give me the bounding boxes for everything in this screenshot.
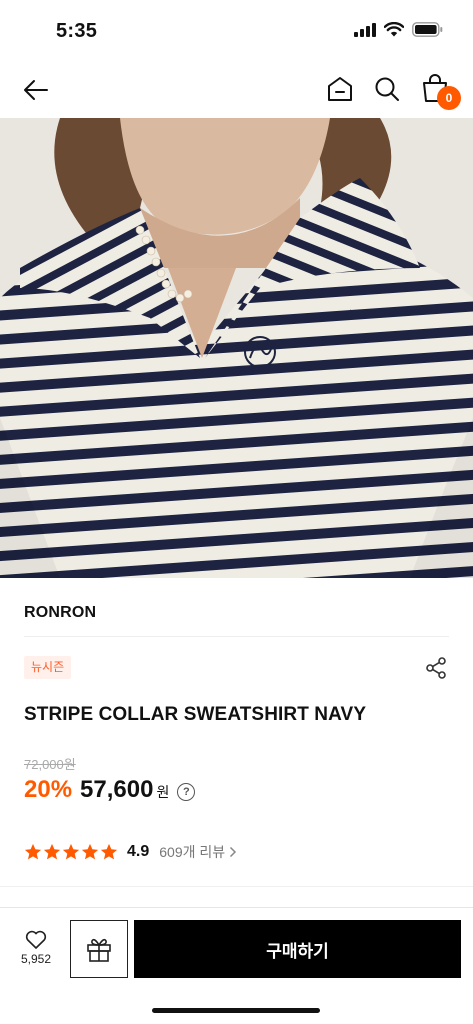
status-time: 5:35 <box>56 20 98 42</box>
striped-sweatshirt-image <box>0 118 473 578</box>
battery-icon <box>412 22 443 37</box>
star-icon <box>81 843 99 860</box>
star-icon <box>43 843 61 860</box>
cart-count-badge: 0 <box>437 86 461 110</box>
chevron-right-icon <box>230 846 237 858</box>
price-row: 20% 57,600 원 ? <box>24 776 196 804</box>
home-indicator <box>152 1008 320 1013</box>
new-season-badge: 뉴시즌 <box>24 656 72 679</box>
divider <box>0 886 473 887</box>
nav-bar: 0 <box>0 62 473 118</box>
discount-rate: 20% <box>24 776 73 803</box>
search-icon <box>375 77 399 101</box>
heart-icon <box>25 930 47 949</box>
brand-name[interactable]: RONRON <box>24 604 96 622</box>
product-title: STRIPE COLLAR SWEATSHIRT NAVY <box>24 704 367 725</box>
back-button[interactable] <box>20 74 52 106</box>
gift-icon <box>87 938 111 962</box>
star-icon <box>62 843 80 860</box>
review-count-link[interactable]: 609개 리뷰 <box>159 842 237 862</box>
cart-button[interactable]: 0 <box>417 70 461 110</box>
product-image[interactable] <box>0 118 473 578</box>
like-count: 5,952 <box>20 952 52 966</box>
rating-stars <box>24 843 118 861</box>
rating-row[interactable]: 4.9 609개 리뷰 <box>24 840 237 864</box>
share-icon <box>426 657 446 679</box>
home-button[interactable] <box>323 72 357 106</box>
bottom-action-bar: 5,952 구매하기 <box>0 907 473 987</box>
like-button[interactable]: 5,952 <box>12 930 60 976</box>
price-help-icon[interactable]: ? <box>177 783 196 801</box>
buy-button[interactable]: 구매하기 <box>134 920 461 978</box>
search-button[interactable] <box>370 72 404 106</box>
currency-unit: 원 <box>156 784 170 800</box>
original-price: 72,000원 <box>24 757 76 772</box>
status-bar: 5:35 <box>0 0 473 62</box>
sale-price: 57,600 <box>80 776 154 803</box>
gift-button[interactable] <box>70 920 128 978</box>
arrow-left-icon <box>24 80 48 100</box>
star-icon <box>100 843 118 860</box>
divider <box>24 636 449 637</box>
star-icon <box>24 843 42 860</box>
wifi-icon <box>384 22 404 37</box>
review-count: 609개 리뷰 <box>159 844 226 860</box>
status-icons <box>354 22 443 37</box>
share-button[interactable] <box>424 656 448 680</box>
home-icon <box>328 77 352 101</box>
rating-value: 4.9 <box>127 843 150 860</box>
cellular-signal-icon <box>354 22 376 37</box>
